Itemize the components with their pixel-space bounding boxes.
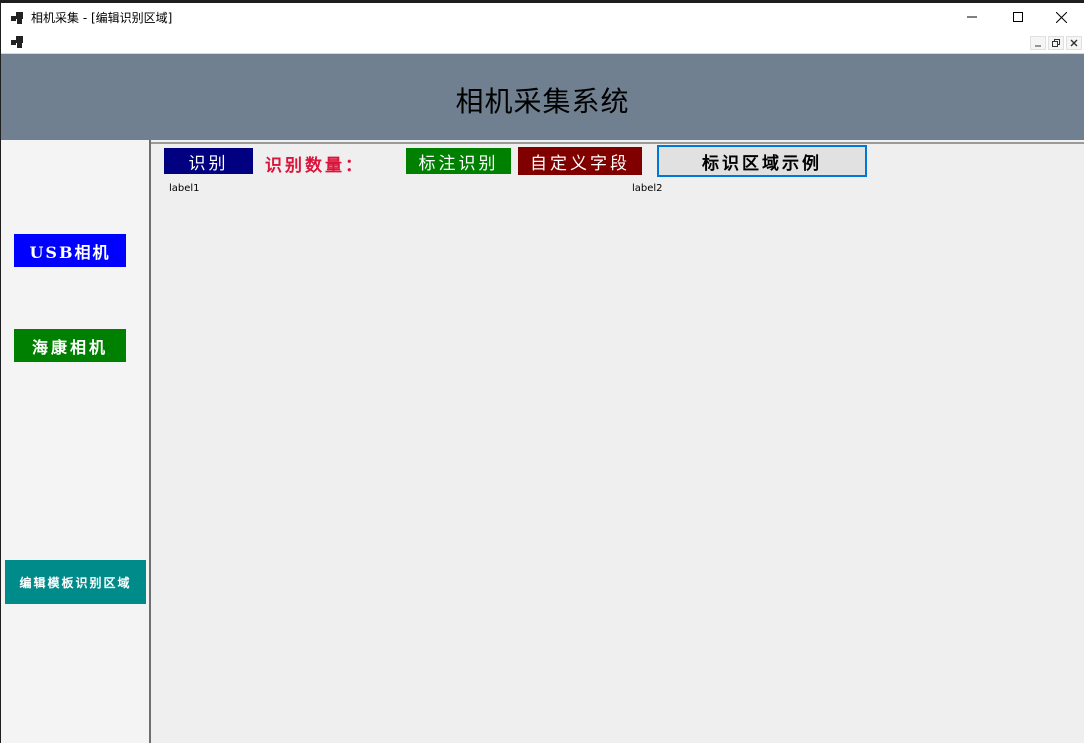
recognize-button[interactable]: 识别 <box>164 148 253 174</box>
label2: label2 <box>632 183 663 194</box>
window-title: 相机采集 - [编辑识别区域] <box>31 11 173 25</box>
label1: label1 <box>169 183 200 194</box>
sidebar: USB相机 海康相机 编辑模板识别区域 <box>1 140 151 743</box>
title-bar: 相机采集 - [编辑识别区域] <box>1 3 1084 31</box>
mdi-child-icon[interactable] <box>11 35 25 49</box>
hikvision-camera-button[interactable]: 海康相机 <box>14 329 126 362</box>
mdi-restore-button[interactable] <box>1048 36 1064 50</box>
close-button[interactable] <box>1038 3 1084 31</box>
app-window: 相机采集 - [编辑识别区域] 相机采集系统 USB相机 海康相机 编辑模板识别… <box>1 3 1084 743</box>
close-icon <box>1070 39 1078 47</box>
annotate-recognize-button[interactable]: 标注识别 <box>406 148 511 174</box>
recognize-count-label: 识别数量： <box>265 156 365 176</box>
restore-icon <box>1052 39 1060 47</box>
mdi-minimize-button[interactable] <box>1030 36 1046 50</box>
mdi-close-button[interactable] <box>1066 36 1082 50</box>
minimize-icon <box>1035 45 1041 47</box>
maximize-button[interactable] <box>995 3 1041 31</box>
minimize-button[interactable] <box>949 3 995 31</box>
region-example-button[interactable]: 标识区域示例 <box>657 145 867 177</box>
maximize-icon <box>1013 12 1023 22</box>
content-area: 识别 识别数量： 标注识别 自定义字段 标识区域示例 label1 label2 <box>151 142 1084 743</box>
edit-template-region-button[interactable]: 编辑模板识别区域 <box>5 560 146 604</box>
header-banner: 相机采集系统 <box>1 54 1084 140</box>
close-icon <box>1055 11 1067 23</box>
usb-camera-button[interactable]: USB相机 <box>14 234 126 267</box>
app-icon <box>11 12 23 24</box>
minimize-icon <box>967 16 977 18</box>
page-title: 相机采集系统 <box>455 85 630 118</box>
mdi-menu-strip <box>1 31 1084 54</box>
custom-field-button[interactable]: 自定义字段 <box>518 147 642 175</box>
